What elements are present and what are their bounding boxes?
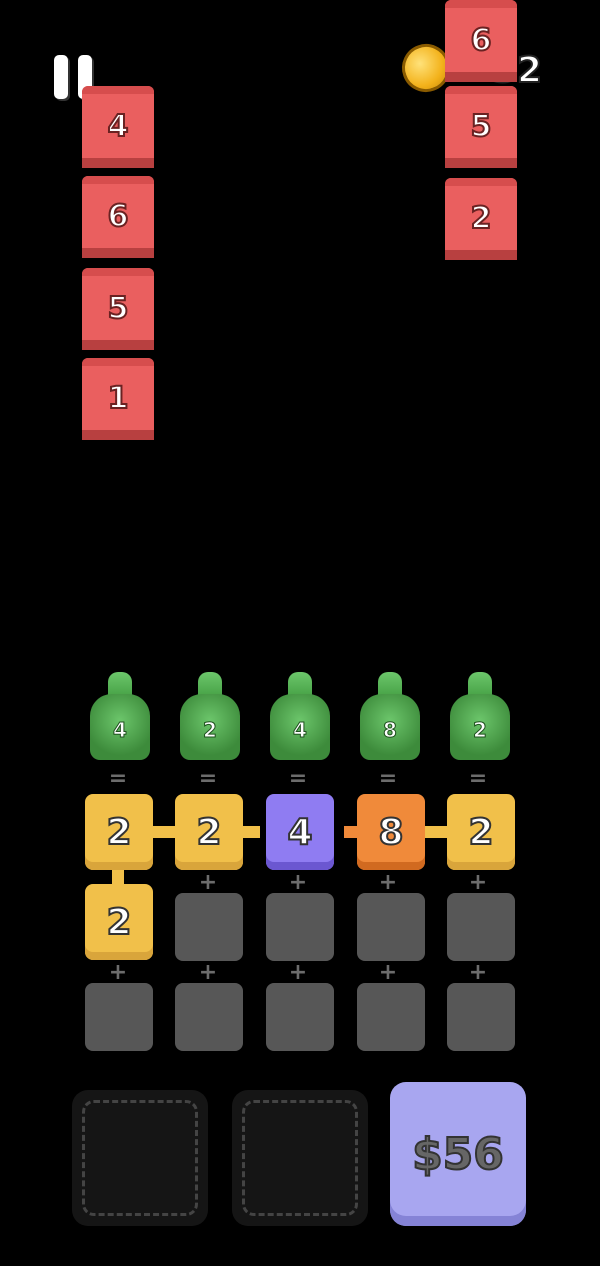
target-bottle: 2 (448, 672, 512, 766)
falling-tile: 6 (445, 0, 517, 82)
plus-sign: + (288, 960, 308, 985)
grid-tile[interactable]: 8 (357, 794, 425, 870)
bottle-value: 4 (293, 718, 308, 743)
falling-tile: 1 (82, 358, 154, 440)
grid-tile-selected[interactable]: 4 (266, 794, 334, 870)
pause-icon (54, 55, 68, 99)
equals-sign: = (288, 766, 308, 791)
falling-tile: 2 (445, 178, 517, 260)
target-bottle: 4 (268, 672, 332, 766)
plus-sign: + (378, 870, 398, 895)
plus-sign: + (108, 960, 128, 985)
grid-tile[interactable]: 2 (85, 884, 153, 960)
falling-tile: 4 (82, 86, 154, 168)
empty-grid-cell[interactable] (266, 983, 334, 1051)
price-label: $56 (411, 1128, 505, 1181)
bottle-value: 2 (203, 718, 218, 743)
bottle-value: 8 (383, 718, 398, 743)
empty-grid-cell[interactable] (85, 983, 153, 1051)
bottle-value: 4 (113, 718, 128, 743)
bottle-value: 2 (473, 718, 488, 743)
plus-sign: + (198, 870, 218, 895)
empty-grid-cell[interactable] (357, 893, 425, 961)
empty-grid-cell[interactable] (175, 893, 243, 961)
target-bottle: 2 (178, 672, 242, 766)
grid-tile[interactable]: 2 (447, 794, 515, 870)
grid-tile[interactable]: 2 (175, 794, 243, 870)
equals-sign: = (108, 766, 128, 791)
empty-grid-cell[interactable] (447, 983, 515, 1051)
falling-tile: 5 (445, 86, 517, 168)
tile-connector (240, 826, 260, 838)
equals-sign: = (378, 766, 398, 791)
plus-sign: + (198, 960, 218, 985)
empty-grid-cell[interactable] (447, 893, 515, 961)
equals-sign: = (198, 766, 218, 791)
empty-grid-cell[interactable] (266, 893, 334, 961)
falling-tile: 5 (82, 268, 154, 350)
falling-tile: 6 (82, 176, 154, 258)
empty-tile-slot[interactable] (232, 1090, 368, 1226)
empty-grid-cell[interactable] (357, 983, 425, 1051)
plus-sign: + (468, 960, 488, 985)
buy-tile-button[interactable]: $56 (390, 1082, 526, 1226)
equals-sign: = (468, 766, 488, 791)
empty-grid-cell[interactable] (175, 983, 243, 1051)
empty-tile-slot[interactable] (72, 1090, 208, 1226)
plus-sign: + (288, 870, 308, 895)
plus-sign: + (378, 960, 398, 985)
grid-tile[interactable]: 2 (85, 794, 153, 870)
plus-sign: + (468, 870, 488, 895)
target-bottle: 8 (358, 672, 422, 766)
target-bottle: 4 (88, 672, 152, 766)
